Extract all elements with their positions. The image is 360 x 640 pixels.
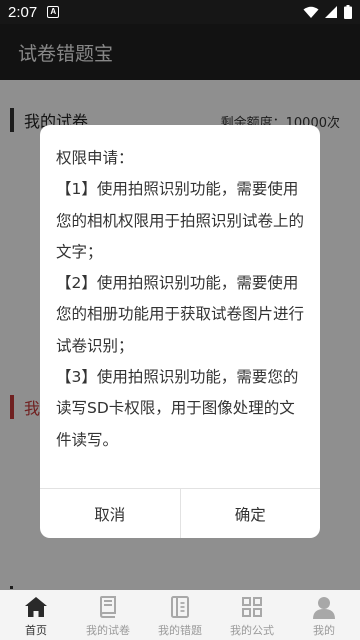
status-time: 2:07 [8, 3, 38, 21]
signal-icon [325, 5, 337, 18]
home-icon [23, 594, 49, 620]
notification-icon: A [47, 6, 60, 18]
status-icons [303, 5, 352, 19]
permission-dialog: 权限申请： 【1】使用拍照识别功能，需要使用您的相机权限用于拍照识别试卷上的文字… [40, 125, 320, 538]
tab-profile[interactable]: 我的 [288, 590, 360, 640]
status-bar: 2:07 A [0, 0, 360, 24]
tab-label-my-mistakes: 我的错题 [158, 624, 202, 637]
bottom-tab-bar: 首页 我的试卷 我的错题 我的公式 我的 [0, 590, 360, 640]
dialog-button-row: 取消 确定 [40, 488, 320, 538]
tab-home[interactable]: 首页 [0, 590, 72, 640]
cancel-button[interactable]: 取消 [40, 489, 180, 538]
person-icon [311, 594, 337, 620]
tab-my-formulas[interactable]: 我的公式 [216, 590, 288, 640]
tab-my-mistakes[interactable]: 我的错题 [144, 590, 216, 640]
tab-label-home: 首页 [25, 624, 47, 637]
dialog-body: 权限申请： 【1】使用拍照识别功能，需要使用您的相机权限用于拍照识别试卷上的文字… [40, 125, 320, 456]
tab-label-my-formulas: 我的公式 [230, 624, 274, 637]
tab-label-my-papers: 我的试卷 [86, 624, 130, 637]
notebook-icon [167, 594, 193, 620]
confirm-button[interactable]: 确定 [179, 489, 321, 538]
wifi-icon [303, 6, 319, 18]
permission-item-album: 【2】使用拍照识别功能，需要使用您的相册功能用于获取试卷图片进行试卷识别； [56, 274, 305, 355]
tab-label-profile: 我的 [313, 624, 335, 637]
tab-my-papers[interactable]: 我的试卷 [72, 590, 144, 640]
battery-icon [344, 5, 352, 19]
dialog-title: 权限申请： [56, 149, 134, 167]
permission-item-camera: 【1】使用拍照识别功能，需要使用您的相机权限用于拍照识别试卷上的文字； [56, 180, 305, 261]
permission-item-storage: 【3】使用拍照识别功能，需要您的读写SD卡权限，用于图像处理的文件读写。 [56, 368, 299, 449]
grid-icon [239, 594, 265, 620]
book-icon [95, 594, 121, 620]
